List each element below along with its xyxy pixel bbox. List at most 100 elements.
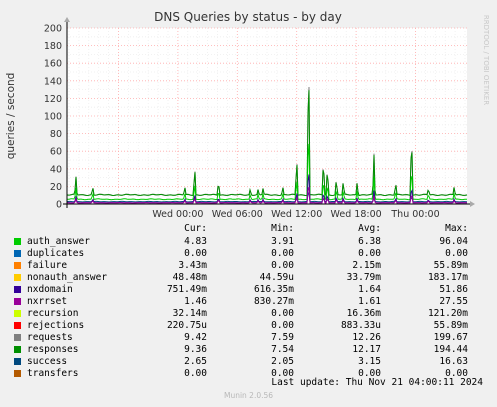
legend-header-avg: Avg: — [358, 223, 381, 234]
legend-max-value: 96.04 — [439, 236, 468, 247]
legend-swatch — [14, 274, 21, 281]
x-tick-label: Wed 12:00 — [271, 209, 322, 220]
legend-avg-value: 6.38 — [358, 236, 381, 247]
legend-series-name: nxrrset — [27, 296, 68, 307]
munin-version: Munin 2.0.56 — [223, 391, 274, 400]
legend-row-recursion: recursion 32.14m 0.00 16.36m 121.20m — [0, 308, 497, 320]
x-tick-labels: Wed 00:00 Wed 06:00 Wed 12:00 Wed 18:00 Thu … — [152, 209, 439, 220]
legend-swatch — [14, 262, 21, 269]
y-tick-label: 20 — [50, 182, 62, 193]
y-tick-label: 180 — [44, 41, 62, 52]
legend-swatch — [14, 250, 21, 257]
x-tick-label: Thu 00:00 — [390, 209, 439, 220]
legend-min-value: 616.35m — [253, 284, 294, 295]
legend-min-value: 3.91 — [271, 236, 294, 247]
legend-min-value: 0.00 — [271, 260, 294, 271]
legend-row-rejections: rejections 220.75u 0.00 883.33u 55.89m — [0, 320, 497, 332]
legend-series-name: responses — [27, 344, 79, 355]
legend-avg-value: 1.61 — [358, 296, 381, 307]
y-tick-label: 0 — [56, 200, 62, 211]
y-tick-label: 200 — [44, 24, 62, 35]
legend-max-value: 121.20m — [427, 308, 468, 319]
legend-cur-value: 48.48m — [172, 272, 207, 283]
legend-swatch — [14, 286, 21, 293]
legend-series-name: requests — [27, 332, 73, 343]
y-axis-arrow-icon — [64, 17, 70, 22]
y-tick-labels: 0 20 40 60 80 100 120 140 160 180 200 — [44, 24, 62, 211]
legend-min-value: 44.59u — [259, 272, 294, 283]
legend-avg-value: 3.15 — [358, 356, 381, 367]
legend-swatch — [14, 310, 21, 317]
legend-avg-value: 33.79m — [346, 272, 381, 283]
x-tick-label: Wed 06:00 — [212, 209, 263, 220]
legend-avg-value: 12.26 — [352, 332, 381, 343]
y-tick-label: 160 — [44, 59, 62, 70]
legend-avg-value: 12.17 — [352, 344, 381, 355]
legend-swatch — [14, 346, 21, 353]
legend-cur-value: 0.00 — [184, 368, 207, 379]
legend-max-value: 55.89m — [433, 260, 468, 271]
legend-header: Cur: Min: Avg: Max: — [0, 223, 497, 235]
legend-max-value: 55.89m — [433, 320, 468, 331]
legend-max-value: 16.63 — [439, 356, 468, 367]
legend-row-requests: requests 9.42 7.59 12.26 199.67 — [0, 332, 497, 344]
legend-row-auth_answer: auth_answer 4.83 3.91 6.38 96.04 — [0, 236, 497, 248]
y-tick-label: 40 — [50, 164, 62, 175]
legend-max-value: 0.00 — [445, 248, 468, 259]
legend-cur-value: 2.65 — [184, 356, 207, 367]
legend-header-max: Max: — [445, 223, 468, 234]
y-tick-label: 60 — [50, 147, 62, 158]
legend-row-duplicates: duplicates 0.00 0.00 0.00 0.00 — [0, 248, 497, 260]
y-tick-label: 80 — [50, 129, 62, 140]
legend-cur-value: 3.43m — [178, 260, 207, 271]
legend-row-success: success 2.65 2.05 3.15 16.63 — [0, 356, 497, 368]
legend-row-nonauth_answer: nonauth_answer 48.48m 44.59u 33.79m 183.17m — [0, 272, 497, 284]
legend-max-value: 27.55 — [439, 296, 468, 307]
legend-series-name: transfers — [27, 368, 79, 379]
legend-max-value: 199.67 — [433, 332, 468, 343]
legend-avg-value: 1.64 — [358, 284, 381, 295]
legend-series-name: recursion — [27, 308, 79, 319]
legend-row-responses: responses 9.36 7.54 12.17 194.44 — [0, 344, 497, 356]
legend-min-value: 0.00 — [271, 320, 294, 331]
legend-row-nxdomain: nxdomain 751.49m 616.35m 1.64 51.86 — [0, 284, 497, 296]
legend-series-name: auth_answer — [27, 236, 90, 247]
legend-row-nxrrset: nxrrset 1.46 830.27m 1.61 27.55 — [0, 296, 497, 308]
legend-swatch — [14, 334, 21, 341]
legend-avg-value: 16.36m — [346, 308, 381, 319]
legend-avg-value: 2.15m — [352, 260, 381, 271]
y-axis-label: queries / second — [5, 73, 17, 160]
last-update: Last update: Thu Nov 21 04:00:11 2024 — [271, 377, 483, 388]
legend-cur-value: 1.46 — [184, 296, 207, 307]
x-tick-label: Wed 00:00 — [152, 209, 203, 220]
legend-series-name: nxdomain — [27, 284, 73, 295]
legend-avg-value: 0.00 — [358, 248, 381, 259]
legend-swatch — [14, 358, 21, 365]
x-axis-arrow-icon — [470, 201, 475, 207]
legend-cur-value: 32.14m — [172, 308, 207, 319]
x-tick-label: Wed 18:00 — [331, 209, 382, 220]
legend-cur-value: 9.36 — [184, 344, 207, 355]
legend-min-value: 7.54 — [271, 344, 294, 355]
legend-swatch — [14, 322, 21, 329]
legend-cur-value: 220.75u — [166, 320, 207, 331]
legend-cur-value: 9.42 — [184, 332, 207, 343]
legend-series-name: rejections — [27, 320, 85, 331]
legend-series-name: duplicates — [27, 248, 85, 259]
legend-min-value: 0.00 — [271, 248, 294, 259]
legend-max-value: 183.17m — [427, 272, 468, 283]
legend-min-value: 830.27m — [253, 296, 294, 307]
legend-max-value: 51.86 — [439, 284, 468, 295]
y-tick-label: 100 — [44, 112, 62, 123]
legend-cur-value: 751.49m — [166, 284, 207, 295]
legend-avg-value: 883.33u — [340, 320, 381, 331]
legend-cur-value: 0.00 — [184, 248, 207, 259]
legend-series-name: nonauth_answer — [27, 272, 108, 283]
y-tick-label: 120 — [44, 94, 62, 105]
legend-cur-value: 4.83 — [184, 236, 207, 247]
legend-min-value: 0.00 — [271, 308, 294, 319]
legend-header-min: Min: — [271, 223, 294, 234]
legend-series-name: failure — [27, 260, 68, 271]
legend-row-failure: failure 3.43m 0.00 2.15m 55.89m — [0, 260, 497, 272]
legend-swatch — [14, 298, 21, 305]
